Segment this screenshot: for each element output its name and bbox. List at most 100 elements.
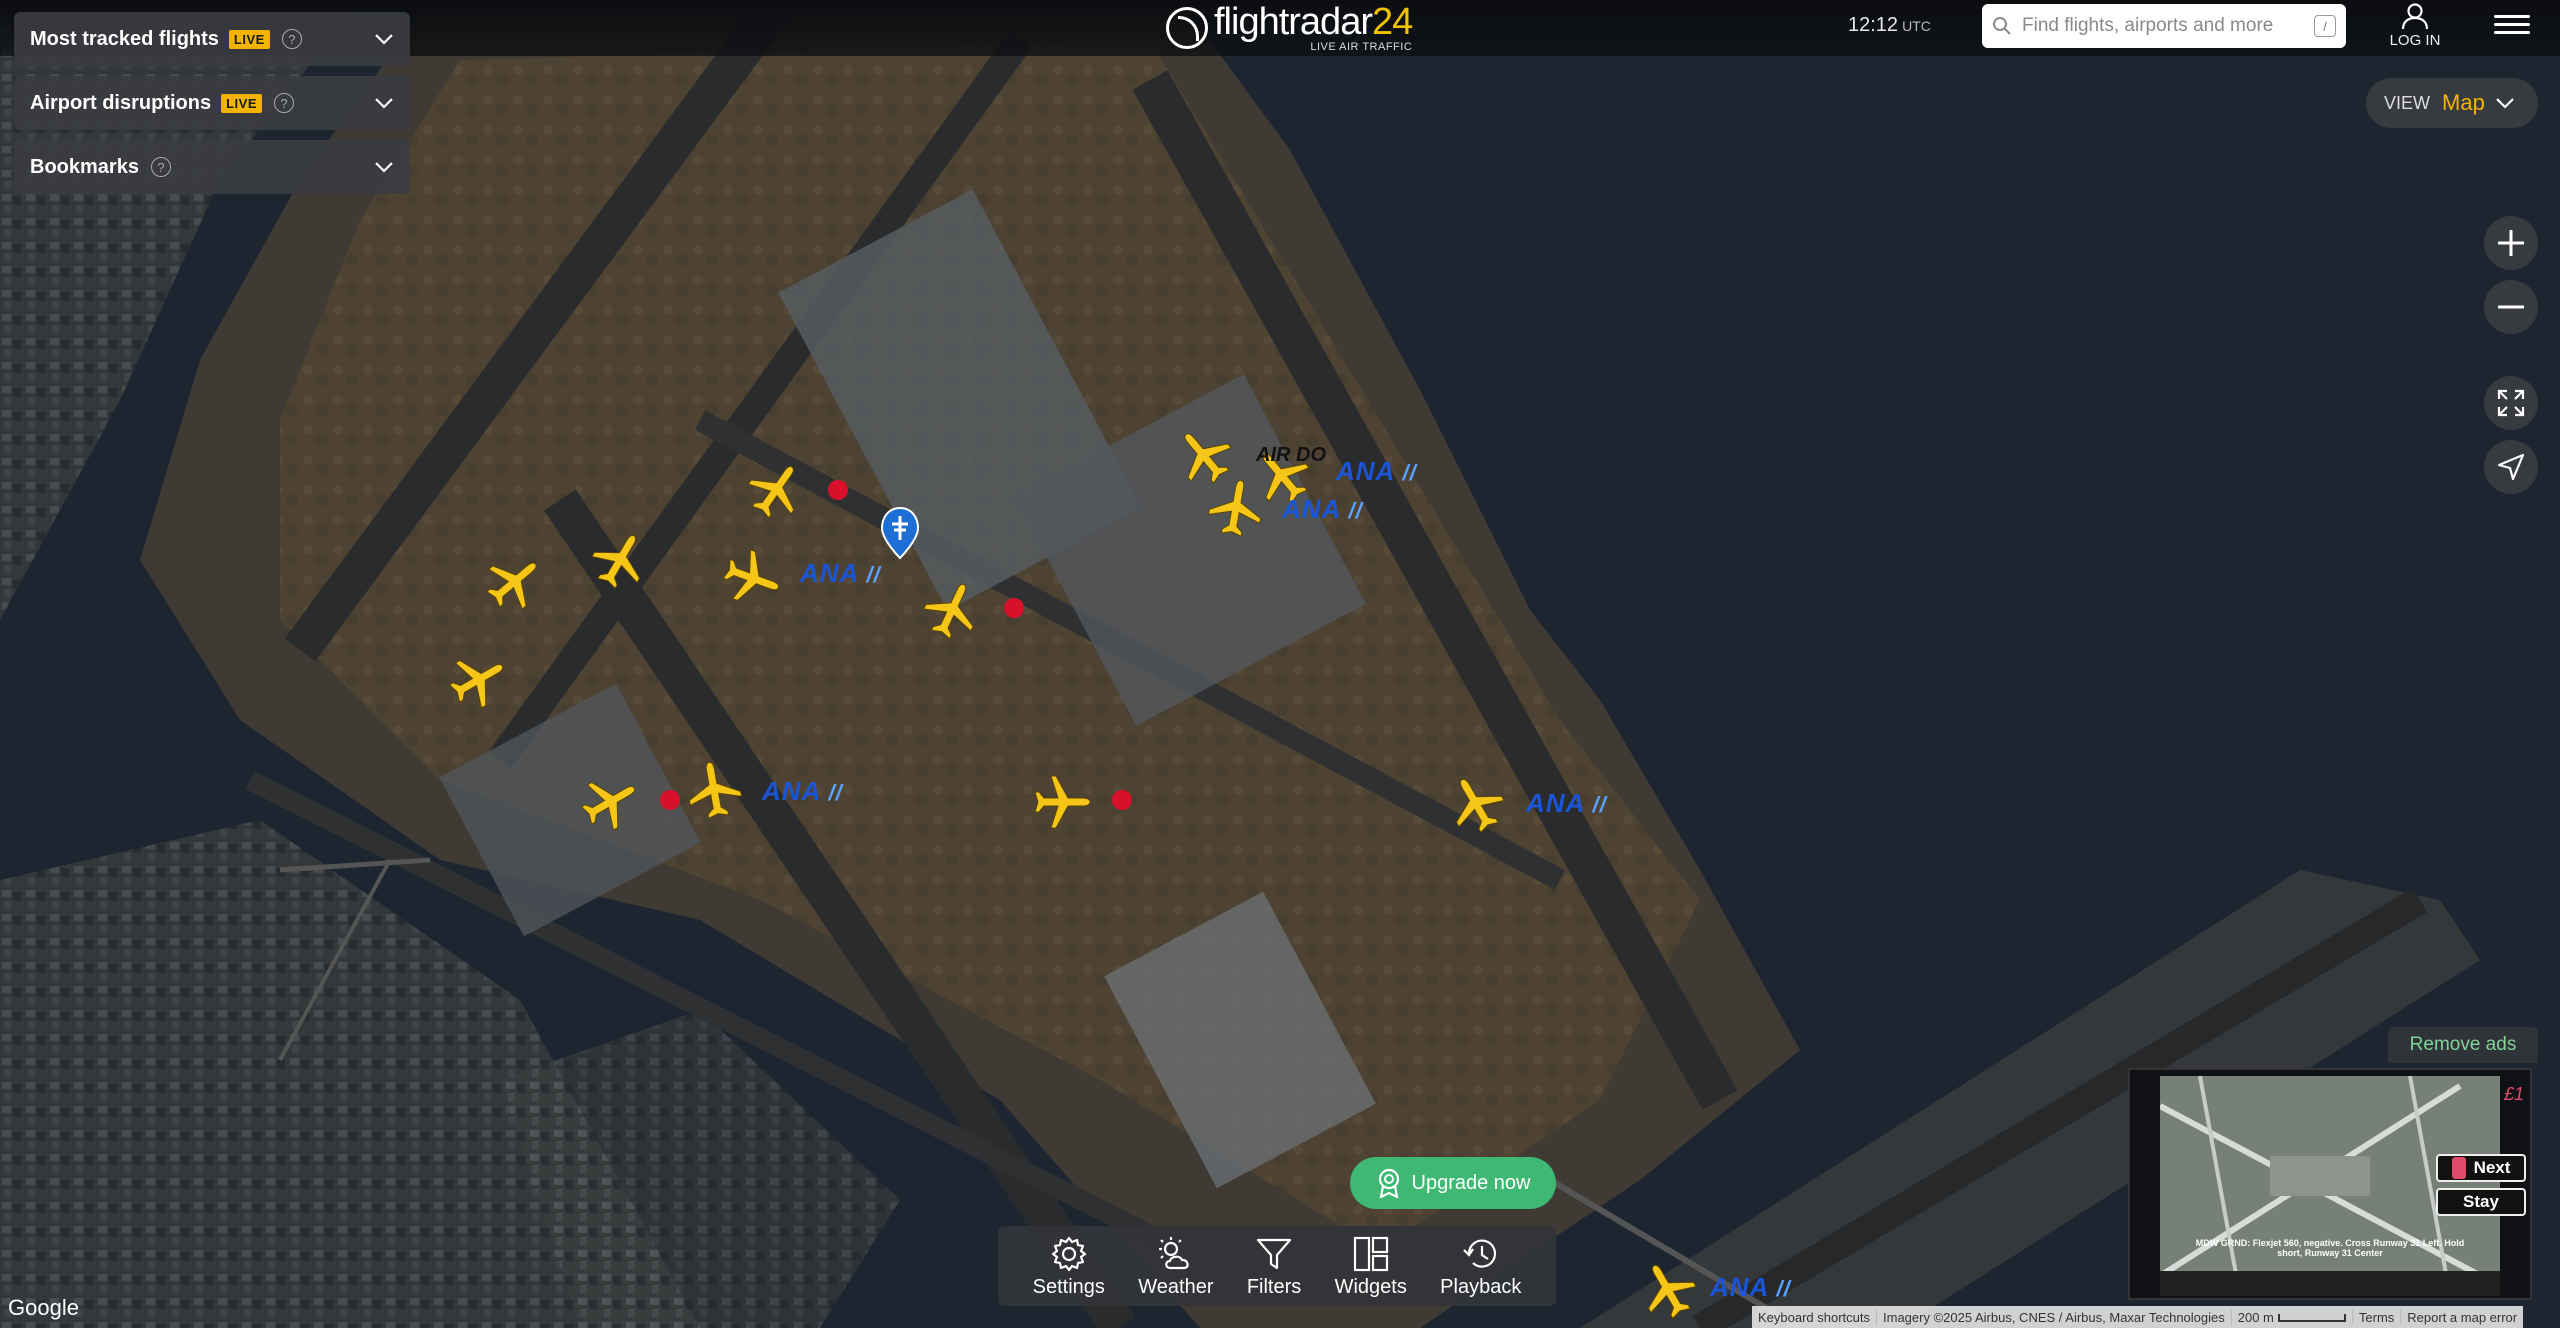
view-label: VIEW: [2384, 92, 2431, 113]
ana-tail-label: ANA: [762, 776, 843, 807]
filters-label: Filters: [1246, 1275, 1302, 1298]
report-map-error-link[interactable]: Report a map error: [2401, 1310, 2523, 1325]
jal-tail-logo: [828, 480, 848, 500]
badge-icon: [1378, 1168, 1399, 1198]
airport-pin-icon[interactable]: [880, 506, 920, 560]
view-selector[interactable]: VIEW Map: [2366, 78, 2538, 128]
search-shortcut-hint: /: [2314, 15, 2336, 37]
search-icon: [1993, 17, 2011, 35]
search-input[interactable]: [2022, 15, 2314, 37]
navigation-arrow-icon: [2497, 453, 2525, 481]
ana-tail-label: ANA: [1282, 494, 1363, 525]
logo-tagline: LIVE AIR TRAFFIC: [1310, 41, 1413, 53]
imagery-credit: Imagery ©2025 Airbus, CNES / Airbus, Max…: [1877, 1309, 2232, 1325]
aircraft-marker[interactable]: [441, 642, 516, 717]
radar-logo-icon: [1166, 7, 1208, 49]
gear-icon: [1051, 1236, 1086, 1271]
weather-icon: [1158, 1236, 1189, 1269]
aircraft-marker[interactable]: [682, 757, 746, 822]
air-do-tail-label: AIR DO: [1256, 444, 1326, 466]
help-icon[interactable]: ?: [150, 157, 171, 177]
aircraft-marker[interactable]: [717, 543, 788, 613]
aircraft-marker[interactable]: [476, 543, 553, 620]
live-badge: LIVE: [221, 93, 263, 113]
weather-label: Weather: [1138, 1275, 1214, 1298]
aircraft-marker[interactable]: [1438, 766, 1513, 841]
aircraft-marker[interactable]: [738, 451, 814, 528]
aircraft-marker[interactable]: [1630, 1252, 1705, 1327]
login-label: LOG IN: [2389, 32, 2441, 49]
aircraft-marker[interactable]: [583, 522, 658, 597]
widgets-icon: [1353, 1236, 1388, 1271]
panel-title: Airport disruptions: [30, 91, 212, 114]
most-tracked-flights-panel[interactable]: Most tracked flights LIVE ?: [14, 12, 410, 66]
user-icon: [2401, 3, 2429, 30]
live-badge: LIVE: [228, 29, 270, 49]
chevron-down-icon: [375, 98, 393, 109]
ana-tail-label: ANA: [1336, 456, 1417, 487]
panel-title: Bookmarks: [30, 155, 139, 178]
chevron-down-icon: [375, 34, 393, 45]
bottom-toolbar: Settings Weather Filters Widgets Playbac…: [998, 1226, 1556, 1306]
next-indicator: [2451, 1157, 2466, 1179]
aircraft-marker[interactable]: [1204, 475, 1268, 540]
panel-title: Most tracked flights: [30, 27, 219, 50]
zoom-in-button[interactable]: [2484, 216, 2538, 270]
ad-caption: MDW GRND: Flexjet 560, negative. Cross R…: [2195, 1238, 2465, 1258]
utc-clock: 12:12 UTC: [1848, 14, 1931, 37]
widgets-button[interactable]: Widgets: [1335, 1234, 1407, 1299]
bookmarks-panel[interactable]: Bookmarks ?: [14, 140, 410, 194]
video-ad[interactable]: £1 Next Stay MDW GRND: Flexjet 560, nega…: [2128, 1068, 2532, 1300]
terms-link[interactable]: Terms: [2353, 1309, 2402, 1325]
map-attribution: Keyboard shortcuts Imagery ©2025 Airbus,…: [1752, 1306, 2524, 1328]
history-icon: [1462, 1239, 1496, 1268]
aircraft-marker[interactable]: [1030, 770, 1094, 834]
jal-tail-logo: [1004, 598, 1024, 618]
main-menu-button[interactable]: [2494, 10, 2530, 42]
zoom-out-button[interactable]: [2484, 280, 2538, 334]
ana-tail-label: ANA: [800, 558, 881, 589]
google-logo: Google: [8, 1295, 79, 1320]
expand-icon: [2497, 389, 2525, 417]
clock-zone: UTC: [1902, 18, 1931, 34]
logo-wordmark: flightradar24: [1214, 1, 1413, 43]
ad-next-button[interactable]: Next: [2436, 1154, 2526, 1182]
ana-tail-label: ANA: [1710, 1272, 1791, 1303]
scale-bar: [2277, 1314, 2346, 1323]
remove-ads-link[interactable]: Remove ads: [2388, 1027, 2538, 1063]
chevron-down-icon: [2496, 98, 2514, 109]
keyboard-shortcuts-link[interactable]: Keyboard shortcuts: [1752, 1309, 1878, 1325]
fullscreen-button[interactable]: [2484, 376, 2538, 430]
playback-label: Playback: [1440, 1275, 1522, 1298]
flightradar24-logo[interactable]: flightradar24 LIVE AIR TRAFFIC: [1166, 0, 1413, 56]
settings-button[interactable]: Settings: [1033, 1234, 1105, 1299]
filters-button[interactable]: Filters: [1247, 1234, 1301, 1299]
chevron-down-icon: [375, 162, 393, 173]
settings-label: Settings: [1032, 1275, 1105, 1298]
login-button[interactable]: LOG IN: [2384, 2, 2446, 52]
clock-time: 12:12: [1848, 14, 1899, 36]
view-value: Map: [2442, 90, 2485, 115]
aircraft-marker[interactable]: [573, 764, 648, 839]
help-icon[interactable]: ?: [281, 29, 302, 49]
playback-button[interactable]: Playback: [1440, 1234, 1521, 1299]
upgrade-button[interactable]: Upgrade now: [1350, 1157, 1556, 1209]
widgets-label: Widgets: [1334, 1275, 1407, 1298]
ad-stay-button[interactable]: Stay: [2436, 1188, 2526, 1216]
ad-airport-image: [2160, 1076, 2500, 1296]
aircraft-marker[interactable]: [916, 573, 988, 646]
ana-tail-label: ANA: [1526, 788, 1607, 819]
help-icon[interactable]: ?: [274, 93, 295, 113]
my-location-button[interactable]: [2484, 440, 2538, 494]
menu-icon: [2494, 15, 2530, 18]
jal-tail-logo: [660, 790, 680, 810]
minus-icon: [2498, 305, 2524, 309]
airport-disruptions-panel[interactable]: Airport disruptions LIVE ?: [14, 76, 410, 130]
upgrade-label: Upgrade now: [1411, 1171, 1531, 1194]
plus-icon: [2498, 230, 2524, 256]
search-box[interactable]: /: [1982, 4, 2346, 48]
ad-brand-icon: £1: [2504, 1084, 2525, 1104]
filter-icon: [1256, 1238, 1292, 1269]
scale-indicator: 200 m: [2232, 1309, 2353, 1325]
weather-button[interactable]: Weather: [1138, 1234, 1213, 1299]
